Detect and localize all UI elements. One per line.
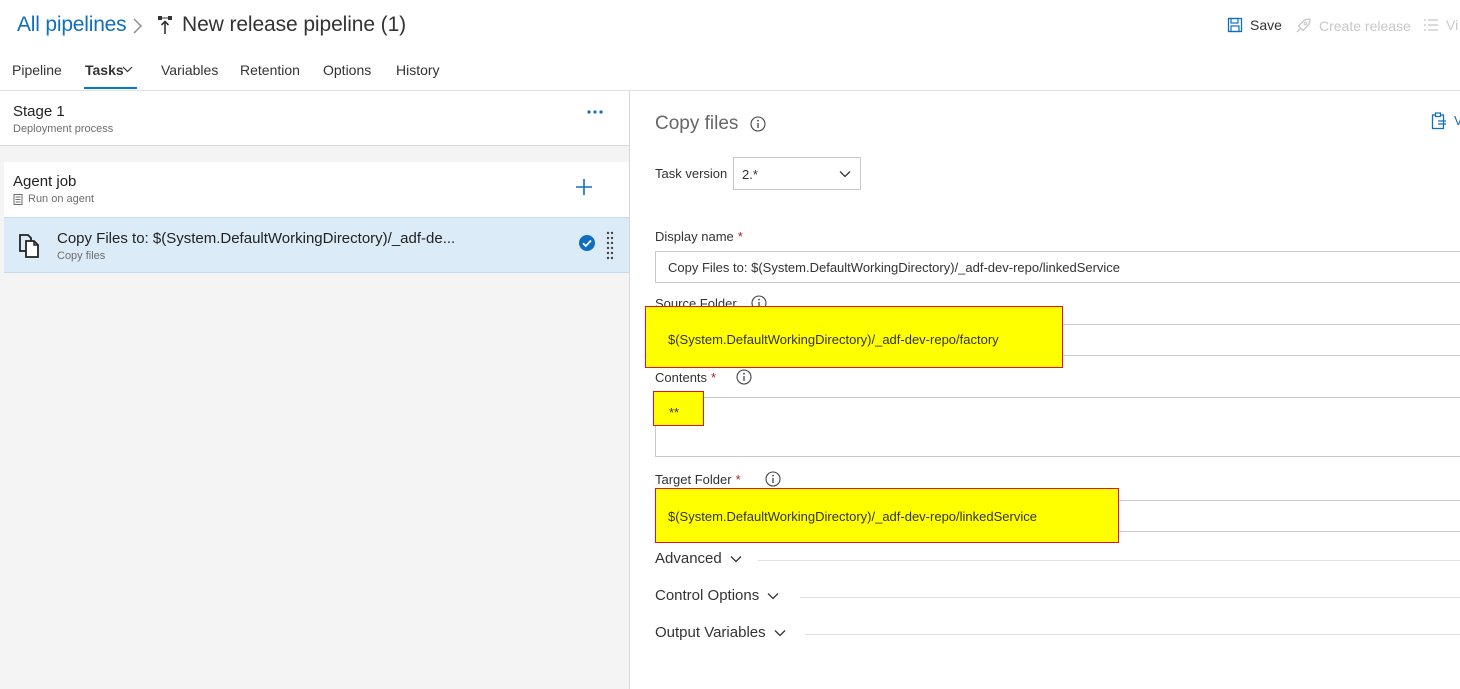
info-icon[interactable] bbox=[736, 369, 752, 385]
copy-files-icon bbox=[19, 234, 39, 258]
chevron-down-icon[interactable] bbox=[122, 66, 133, 73]
source-folder-value: $(System.DefaultWorkingDirectory)/_adf-d… bbox=[668, 332, 999, 347]
agent-job-name: Agent job bbox=[13, 173, 77, 190]
active-tab-indicator bbox=[84, 87, 137, 89]
task-item-copy-files[interactable]: Copy Files to: $(System.DefaultWorkingDi… bbox=[4, 217, 629, 273]
task-subtitle: Copy files bbox=[57, 250, 106, 262]
section-divider bbox=[800, 597, 1460, 598]
agent-job-subtitle-text: Run on agent bbox=[28, 193, 95, 205]
task-version-value: 2.* bbox=[742, 167, 758, 182]
create-release-button[interactable]: Create release bbox=[1294, 17, 1411, 35]
stage-header[interactable]: Stage 1 Deployment process bbox=[0, 91, 629, 146]
list-icon bbox=[1424, 19, 1438, 31]
chevron-down-icon bbox=[839, 171, 851, 178]
task-panel-title-text: Copy files bbox=[655, 113, 739, 134]
tab-options[interactable]: Options bbox=[323, 62, 371, 78]
chevron-down-icon bbox=[767, 592, 779, 599]
tab-retention[interactable]: Retention bbox=[240, 62, 300, 78]
chevron-down-icon bbox=[774, 629, 786, 636]
display-name-label: Display name * bbox=[655, 229, 743, 244]
page-title: New release pipeline (1) bbox=[182, 13, 407, 36]
tab-history[interactable]: History bbox=[396, 62, 440, 78]
chevron-down-icon bbox=[730, 555, 742, 562]
advanced-section-label: Advanced bbox=[655, 550, 722, 567]
contents-label: Contents * bbox=[655, 369, 752, 385]
tab-pipeline[interactable]: Pipeline bbox=[12, 62, 62, 78]
server-icon bbox=[13, 193, 23, 205]
contents-textarea[interactable] bbox=[655, 397, 1460, 457]
section-divider bbox=[805, 634, 1460, 635]
drag-handle-icon[interactable] bbox=[605, 230, 615, 260]
output-variables-section-label: Output Variables bbox=[655, 624, 766, 641]
process-panel: Stage 1 Deployment process Agent job Run… bbox=[0, 91, 629, 689]
task-version-select[interactable]: 2.* bbox=[733, 157, 861, 190]
target-folder-value: $(System.DefaultWorkingDirectory)/_adf-d… bbox=[668, 509, 1037, 524]
control-options-section-label: Control Options bbox=[655, 587, 760, 604]
control-options-section-toggle[interactable]: Control Options bbox=[655, 587, 779, 604]
add-task-icon[interactable] bbox=[574, 177, 594, 197]
task-panel-title: Copy files bbox=[655, 113, 766, 135]
create-release-label: Create release bbox=[1319, 18, 1411, 34]
tab-bar: Pipeline Tasks Variables Retention Optio… bbox=[0, 56, 1460, 90]
clipboard-icon[interactable] bbox=[1431, 112, 1447, 130]
header: All pipelines New release pipeline (1) S… bbox=[0, 0, 1460, 52]
required-marker: * bbox=[737, 229, 743, 244]
display-name-label-text: Display name bbox=[655, 229, 734, 244]
display-name-input[interactable]: Copy Files to: $(System.DefaultWorkingDi… bbox=[655, 251, 1460, 283]
target-folder-label: Target Folder * bbox=[655, 471, 781, 487]
required-marker: * bbox=[711, 369, 717, 385]
release-pipeline-icon bbox=[158, 16, 172, 34]
save-button[interactable]: Save bbox=[1227, 17, 1282, 33]
agent-job[interactable]: Agent job Run on agent bbox=[4, 162, 629, 217]
save-icon bbox=[1227, 17, 1243, 33]
task-settings-panel: Copy files V Task version 2.* Display na… bbox=[630, 91, 1460, 689]
view-releases-button[interactable]: Vi bbox=[1423, 17, 1458, 33]
agent-job-subtitle: Run on agent bbox=[13, 193, 94, 205]
info-icon[interactable] bbox=[765, 471, 781, 487]
output-variables-section-toggle[interactable]: Output Variables bbox=[655, 624, 786, 641]
tab-tasks[interactable]: Tasks bbox=[85, 62, 124, 78]
advanced-section-toggle[interactable]: Advanced bbox=[655, 550, 742, 567]
task-name: Copy Files to: $(System.DefaultWorkingDi… bbox=[57, 230, 456, 247]
chevron-right-icon bbox=[133, 18, 142, 34]
stage-subtitle: Deployment process bbox=[13, 123, 114, 135]
contents-value: ** bbox=[669, 405, 680, 420]
tab-variables[interactable]: Variables bbox=[161, 62, 218, 78]
required-marker: * bbox=[735, 471, 741, 487]
view-yaml-link[interactable]: V bbox=[1454, 113, 1460, 128]
breadcrumb-all-pipelines[interactable]: All pipelines bbox=[17, 13, 127, 37]
more-options-icon[interactable] bbox=[585, 107, 605, 117]
rocket-icon bbox=[1296, 18, 1311, 33]
target-folder-label-text: Target Folder bbox=[655, 471, 732, 487]
check-circle-icon bbox=[579, 235, 595, 251]
info-icon[interactable] bbox=[750, 116, 766, 132]
task-version-label: Task version bbox=[655, 166, 728, 181]
section-divider bbox=[758, 560, 1460, 561]
save-label: Save bbox=[1250, 17, 1282, 33]
view-releases-label: Vi bbox=[1446, 17, 1459, 33]
contents-label-text: Contents bbox=[655, 369, 708, 385]
display-name-value: Copy Files to: $(System.DefaultWorkingDi… bbox=[668, 260, 1121, 275]
stage-name: Stage 1 bbox=[13, 103, 65, 120]
